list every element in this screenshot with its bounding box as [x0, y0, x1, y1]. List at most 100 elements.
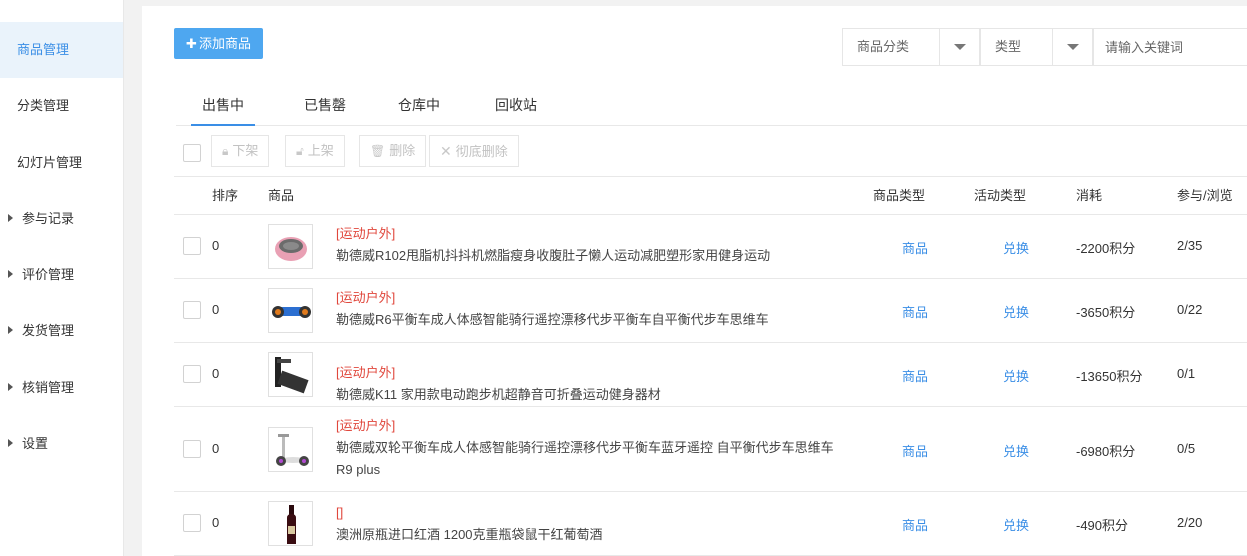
product-title[interactable]: [运动户外] 勒德威R6平衡车成人体感智能骑行遥控漂移代步平衡车自平衡代步车思维… — [336, 287, 769, 331]
activity-type-link[interactable]: 兑换 — [1003, 302, 1029, 321]
delete-button[interactable]: 🗑︎ 删除 — [359, 135, 427, 167]
column-participation-views: 参与/浏览 — [1177, 188, 1233, 203]
product-category: [运动户外] — [336, 290, 396, 305]
offshelf-label: 下架 — [232, 143, 259, 158]
caret-right-icon — [8, 214, 13, 222]
product-title[interactable]: [运动户外] 勒德威双轮平衡车成人体感智能骑行遥控漂移代步平衡车蓝牙遥控 自平衡… — [336, 415, 834, 481]
caret-right-icon — [8, 439, 13, 447]
tab-recycle-bin[interactable]: 回收站 — [492, 80, 540, 126]
activity-type-link[interactable]: 兑换 — [1003, 441, 1029, 460]
column-sort: 排序 — [212, 188, 239, 203]
product-category: [] — [336, 505, 344, 520]
type-filter-select[interactable]: 类型 — [980, 28, 1093, 66]
caret-right-icon — [8, 270, 13, 278]
row-checkbox[interactable] — [183, 301, 201, 319]
product-name: 澳洲原瓶进口红酒 1200克重瓶袋鼠干红葡萄酒 — [336, 527, 603, 542]
table-row: 0 [运动户外] 勒德威R6平衡车成人体感智能骑行遥控漂移代步平衡车自平衡代步车… — [174, 279, 1247, 343]
purge-label: 彻底删除 — [455, 144, 508, 159]
sidebar-item-review-management[interactable]: 评价管理 — [0, 247, 123, 303]
sidebar-item-label: 参与记录 — [22, 211, 75, 226]
table-header: 排序 商品 商品类型 活动类型 消耗 参与/浏览 — [174, 176, 1247, 215]
category-filter-select[interactable]: 商品分类 — [842, 28, 980, 66]
offshelf-button[interactable]: 🔒︎ 下架 — [211, 135, 270, 167]
product-thumbnail[interactable] — [268, 224, 313, 269]
sidebar-item-label: 发货管理 — [22, 323, 75, 338]
activity-type-link[interactable]: 兑换 — [1003, 238, 1029, 257]
caret-right-icon — [8, 326, 13, 334]
search-input[interactable] — [1093, 28, 1247, 66]
cost-value: -490积分 — [1076, 518, 1129, 533]
sidebar-item-participation-records[interactable]: 参与记录 — [0, 191, 123, 247]
product-category: [运动户外] — [336, 226, 396, 241]
table-row: 0 [] 澳洲原瓶进口红酒 1200克重瓶袋鼠干红葡萄酒 商品 兑换 -490积… — [174, 492, 1247, 556]
sort-value: 0 — [212, 366, 220, 381]
row-checkbox[interactable] — [183, 440, 201, 458]
bulk-toolbar: 🔒︎ 下架 🔓︎ 上架 🗑︎ 删除 ✕ 彻底删除 — [174, 133, 1247, 173]
tab-on-sale[interactable]: 出售中 — [191, 80, 255, 126]
product-category: [运动户外] — [336, 418, 396, 433]
row-checkbox[interactable] — [183, 514, 201, 532]
product-title[interactable]: [运动户外] 勒德威K11 家用款电动跑步机超静音可折叠运动健身器材 — [336, 362, 661, 406]
tab-warehouse[interactable]: 仓库中 — [395, 80, 443, 126]
sidebar-item-label: 核销管理 — [22, 380, 75, 395]
column-product-type: 商品类型 — [873, 188, 926, 203]
product-title[interactable]: [运动户外] 勒德威R102甩脂机抖抖机燃脂瘦身收腹肚子懒人运动减肥塑形家用健身… — [336, 223, 770, 267]
unlock-icon: 🔓︎ — [296, 144, 304, 158]
column-product: 商品 — [268, 188, 295, 203]
sort-value: 0 — [212, 302, 220, 317]
status-tabs: 出售中 已售罄 仓库中 回收站 — [176, 80, 1247, 126]
product-thumbnail[interactable] — [268, 427, 313, 472]
participation-views-value: 0/1 — [1177, 366, 1196, 381]
product-type-link[interactable]: 商品 — [902, 302, 928, 321]
select-all-checkbox[interactable] — [183, 144, 201, 162]
table-row: 0 [运动户外] 勒德威R102甩脂机抖抖机燃脂瘦身收腹肚子懒人运动减肥塑形家用… — [174, 215, 1247, 279]
product-name: 勒德威K11 家用款电动跑步机超静音可折叠运动健身器材 — [336, 387, 661, 402]
product-type-link[interactable]: 商品 — [902, 441, 928, 460]
product-thumbnail[interactable] — [268, 352, 313, 397]
row-checkbox[interactable] — [183, 365, 201, 383]
product-name: 勒德威R102甩脂机抖抖机燃脂瘦身收腹肚子懒人运动减肥塑形家用健身运动 — [336, 248, 771, 263]
sidebar-item-label: 分类管理 — [17, 98, 70, 113]
purge-button[interactable]: ✕ 彻底删除 — [429, 135, 519, 167]
tab-sold-out[interactable]: 已售罄 — [299, 80, 351, 126]
sidebar-item-label: 评价管理 — [22, 267, 75, 282]
sidebar-item-label: 商品管理 — [17, 42, 70, 57]
sidebar-item-slideshow-management[interactable]: 幻灯片管理 — [0, 135, 123, 191]
sort-value: 0 — [212, 238, 220, 253]
cost-value: -6980积分 — [1076, 444, 1136, 459]
column-cost: 消耗 — [1076, 188, 1103, 203]
sidebar-item-label: 幻灯片管理 — [17, 155, 83, 170]
lock-icon: 🔒︎ — [222, 144, 229, 158]
participation-views-value: 2/20 — [1177, 515, 1203, 530]
product-type-link[interactable]: 商品 — [902, 515, 928, 534]
cost-value: -13650积分 — [1076, 369, 1143, 384]
product-type-link[interactable]: 商品 — [902, 366, 928, 385]
chevron-down-icon[interactable] — [939, 29, 979, 65]
add-product-button[interactable]: ✚ 添加商品 — [174, 28, 263, 59]
sidebar-item-category-management[interactable]: 分类管理 — [0, 78, 123, 134]
sidebar-item-settings[interactable]: 设置 — [0, 416, 123, 472]
table-row: 0 [运动户外] 勒德威双轮平衡车成人体感智能骑行遥控漂移代步平衡车蓝牙遥控 自… — [174, 407, 1247, 492]
cost-value: -3650积分 — [1076, 305, 1136, 320]
sidebar: 商品管理 分类管理 幻灯片管理 参与记录 评价管理 发货管理 核销管理 设置 — [0, 0, 124, 556]
sidebar-item-shipping-management[interactable]: 发货管理 — [0, 303, 123, 359]
onshelf-button[interactable]: 🔓︎ 上架 — [285, 135, 345, 167]
activity-type-link[interactable]: 兑换 — [1003, 515, 1029, 534]
delete-label: 删除 — [389, 143, 416, 158]
main-panel: ✚添加商品 商品分类 类型 出售中 已售罄 仓库中 回收站 🔒︎下架 🔓︎上架 … — [142, 6, 1247, 556]
sidebar-item-product-management[interactable]: 商品管理 — [0, 22, 123, 78]
row-checkbox[interactable] — [183, 237, 201, 255]
plus-icon: ✚ — [186, 36, 197, 51]
column-activity-type: 活动类型 — [974, 188, 1027, 203]
product-type-link[interactable]: 商品 — [902, 238, 928, 257]
chevron-down-icon[interactable] — [1052, 29, 1092, 65]
participation-views-value: 0/5 — [1177, 441, 1196, 456]
category-filter-value: 商品分类 — [857, 39, 910, 54]
product-thumbnail[interactable] — [268, 501, 313, 546]
product-title[interactable]: [] 澳洲原瓶进口红酒 1200克重瓶袋鼠干红葡萄酒 — [336, 502, 603, 546]
product-thumbnail[interactable] — [268, 288, 313, 333]
activity-type-link[interactable]: 兑换 — [1003, 366, 1029, 385]
sidebar-item-verification-management[interactable]: 核销管理 — [0, 360, 123, 416]
product-category: [运动户外] — [336, 365, 396, 380]
onshelf-label: 上架 — [307, 143, 334, 158]
